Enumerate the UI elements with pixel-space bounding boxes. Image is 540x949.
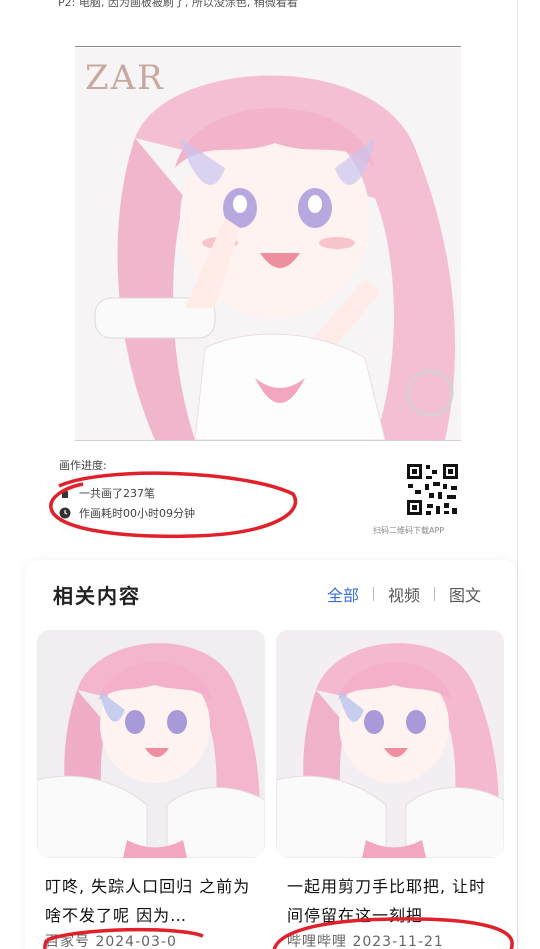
thumbnail-image (37, 630, 265, 858)
artist-watermark: ZAR (85, 58, 165, 98)
divider (75, 440, 461, 441)
related-thumbnail[interactable] (37, 630, 265, 858)
tab-video[interactable]: 视频 (388, 582, 420, 606)
related-thumbnail[interactable] (276, 630, 504, 858)
divider (75, 46, 461, 47)
anime-girl-illustration (75, 48, 461, 440)
related-content-panel: 相关内容 全部 视频 图文 叮咚, 失踪人口回归 之前为啥不发了呢 因为… 一起… (25, 560, 517, 949)
tab-image-text[interactable]: 图文 (449, 582, 481, 606)
filter-tabs: 全部 视频 图文 (327, 582, 481, 606)
artwork-image[interactable] (75, 48, 461, 440)
tab-all[interactable]: 全部 (327, 582, 359, 606)
page-scrollbar[interactable] (517, 0, 518, 949)
thumbnail-image (276, 630, 504, 858)
red-annotation-circle (272, 917, 514, 949)
red-annotation-circle (43, 927, 204, 949)
qr-caption: 扫码二维码下载APP (373, 526, 445, 535)
qr-code-icon[interactable] (405, 462, 460, 517)
tab-divider (433, 587, 435, 601)
tab-divider (372, 587, 374, 601)
top-caption: P2: 电脑, 因为画板被刷了, 所以没涂色, 稍微看看 (58, 0, 298, 8)
red-annotation-circle (49, 471, 298, 539)
artwork-card: ZAR 画作进度: 一共画了237笔 作画耗时00小时09分钟 扫码二维码下载A… (49, 32, 480, 552)
section-title: 相关内容 (53, 584, 141, 608)
